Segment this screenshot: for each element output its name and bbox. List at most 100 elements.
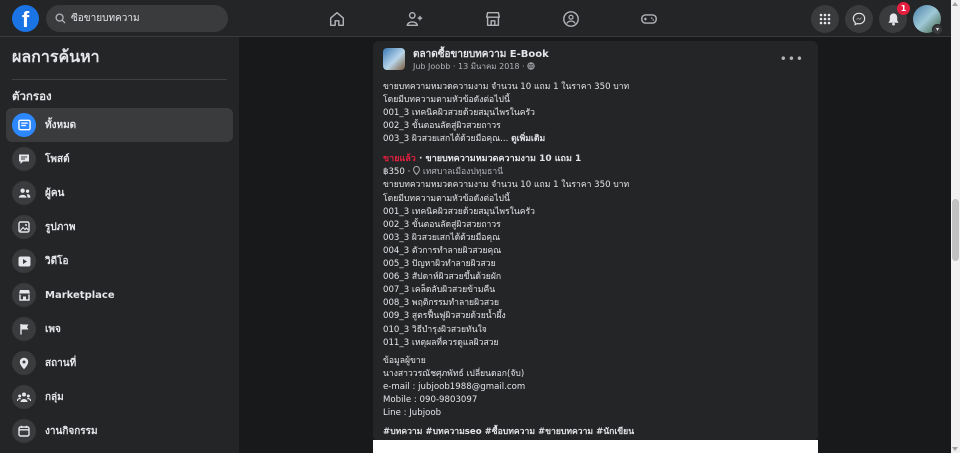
notifications-button[interactable]: 1	[879, 2, 910, 33]
seller-line-id: Line : Jubjoob	[383, 408, 442, 419]
hashtags[interactable]: #บทความ #บทความseo #ซื้อบทความ #ขายบทควา…	[383, 426, 808, 439]
facebook-logo[interactable]: f	[12, 5, 39, 32]
groups-icon	[12, 385, 36, 409]
tab-home[interactable]	[298, 0, 376, 37]
page-avatar[interactable]	[383, 48, 405, 70]
post-text-line: ขายบทความหมวดความงาม จำนวน 10 แถม 1 ในรา…	[383, 82, 630, 92]
post-text-line: ขายบทความหมวดความงาม จำนวน 10 แถม 1 ในรา…	[383, 180, 630, 191]
post-text-truncated: 003_3 ผิวสวยเสกได้ด้วยมือคุณ...	[383, 134, 512, 145]
post-text-line: 011_3 เหตุผลที่ควรดูแลผิวสวย	[383, 337, 499, 348]
filter-list: ทั้งหมด โพสต์ ผู้คน รูปภาพ วิดีโอ Market…	[6, 108, 233, 448]
messenger-icon	[852, 12, 866, 26]
post-text-line: 003_3 ผิวสวยเสกได้ด้วยมือคุณ	[383, 232, 501, 243]
filter-photos[interactable]: รูปภาพ	[6, 210, 233, 244]
post-image-preview[interactable]	[373, 440, 818, 453]
seller-info: ข้อมูลผู้ขาย นางสาววรณัชศุภพัทธ์ เปลี่ยน…	[383, 355, 808, 420]
notification-count-badge: 1	[897, 2, 910, 15]
seller-email: e-mail : jubjoob1988@gmail.com	[383, 381, 526, 392]
listing-location-text: เทศบาลเมืองปทุมธานี	[422, 167, 504, 178]
friends-icon	[406, 11, 423, 26]
filter-label: วิดีโอ	[45, 255, 69, 267]
search-icon	[55, 13, 66, 24]
post-text-line: 003_3 ผิวสวยเสกได้ด้วยมือคุณ... ดูเพิ่มเ…	[383, 133, 808, 146]
tab-gaming[interactable]	[610, 0, 688, 37]
filter-label: โพสต์	[45, 153, 70, 165]
search-result-post: ตลาดซื้อขายบทความ E-Book Jub Joobb · 13 …	[373, 41, 818, 441]
grid-menu-icon	[819, 13, 831, 25]
events-icon	[12, 419, 36, 443]
author-date-text[interactable]: Jub Joobb · 13 มีนาคม 2018 ·	[413, 62, 527, 71]
post-text-line: 001_3 เทคนิคผิวสวยด้วยสมุนไพรในครัว	[383, 206, 535, 217]
tab-marketplace[interactable]	[454, 0, 532, 37]
filter-all[interactable]: ทั้งหมด	[6, 108, 233, 142]
post-text-line: 009_3 สูตรฟื้นฟูผิวสวยด้วยน้ำผึ้ง	[383, 311, 506, 322]
sidebar-title: ผลการค้นหา	[12, 47, 100, 66]
post-text-line: โดยมีบทความตามหัวข้อดังต่อไปนี้	[383, 95, 510, 106]
filter-events[interactable]: งานกิจกรรม	[6, 414, 233, 448]
main-nav-tabs	[298, 0, 688, 37]
page-name-link[interactable]: ตลาดซื้อขายบทความ E-Book	[413, 48, 549, 61]
photo-icon	[12, 215, 36, 239]
post-body: ขายบทความหมวดความงาม จำนวน 10 แถม 1 ในรา…	[383, 81, 808, 439]
search-filters-sidebar: ผลการค้นหา ตัวกรอง ทั้งหมด โพสต์ ผู้คน ร…	[0, 37, 239, 453]
scroll-up-arrow-icon[interactable]	[952, 2, 958, 6]
filter-places[interactable]: สถานที่	[6, 346, 233, 380]
post-text-line: โดยมีบทความตามหัวข้อดังต่อไปนี้	[383, 193, 510, 204]
filter-groups[interactable]: กลุ่ม	[6, 380, 233, 414]
sidebar-divider	[12, 79, 227, 80]
filter-label: กลุ่ม	[45, 391, 64, 403]
filter-label: สถานที่	[45, 357, 77, 369]
post-text-line: 008_3 พฤติกรรมทำลายผิวสวย	[383, 298, 500, 309]
seller-mobile: Mobile : 090-9803097	[383, 394, 478, 405]
see-more-link[interactable]: ดูเพิ่มเติม	[511, 134, 545, 144]
tab-groups[interactable]	[532, 0, 610, 37]
listing-location: เทศบาลเมืองปทุมธานี	[413, 166, 504, 178]
filter-label: งานกิจกรรม	[45, 425, 98, 437]
menu-button[interactable]	[811, 5, 839, 33]
search-box[interactable]	[46, 5, 228, 32]
post-text-line: 001_3 เทคนิคผิวสวยด้วยสมุนไพรในครัว	[383, 108, 535, 119]
listing-description: ขายบทความหมวดความงาม จำนวน 10 แถม 1 ในรา…	[383, 179, 808, 349]
account-controls: 1 ▾	[811, 2, 943, 35]
video-icon	[12, 249, 36, 273]
page-flag-icon	[12, 317, 36, 341]
post-header: ตลาดซื้อขายบทความ E-Book Jub Joobb · 13 …	[383, 48, 549, 73]
filter-label: Marketplace	[45, 289, 115, 301]
place-pin-icon	[12, 351, 36, 375]
filter-label: เพจ	[45, 323, 61, 335]
post-text-line: 002_3 ขั้นตอนลัดสู่ผิวสวยถาวร	[383, 219, 501, 230]
more-options-button[interactable]: •••	[780, 52, 804, 66]
listing-price: ฿350 ·	[383, 167, 414, 178]
page-scrollbar[interactable]	[951, 0, 960, 453]
post-text-line: 005_3 ปัญหาผิวทำลายผิวสวย	[383, 259, 496, 270]
filter-label: ผู้คน	[45, 187, 65, 199]
filter-pages[interactable]: เพจ	[6, 312, 233, 346]
filter-videos[interactable]: วิดีโอ	[6, 244, 233, 278]
post-text-line: 004_3 ตัวการทำลายผิวสวยคุณ	[383, 245, 502, 256]
profile-avatar[interactable]: ▾	[913, 5, 943, 35]
groups-icon	[563, 10, 579, 27]
filters-heading: ตัวกรอง	[12, 89, 52, 103]
bell-icon	[887, 13, 899, 26]
marketplace-icon	[12, 283, 36, 307]
messenger-button[interactable]	[845, 5, 873, 33]
listing-title-text: · ขายบทความหมวดความงาม 10 แถม 1	[415, 154, 582, 165]
tab-friends[interactable]	[376, 0, 454, 37]
search-results-icon	[12, 113, 36, 137]
filter-posts[interactable]: โพสต์	[6, 142, 233, 176]
home-icon	[329, 11, 345, 26]
listing-title[interactable]: ขายแล้ว · ขายบทความหมวดความงาม 10 แถม 1	[383, 153, 808, 166]
scroll-down-arrow-icon[interactable]	[952, 447, 958, 451]
post-text-line: 002_3 ขั้นตอนลัดสู่ผิวสวยถาวร	[383, 121, 501, 132]
scroll-thumb[interactable]	[952, 199, 959, 261]
post-icon	[12, 147, 36, 171]
filter-label: ทั้งหมด	[45, 119, 77, 131]
filter-people[interactable]: ผู้คน	[6, 176, 233, 210]
filter-marketplace[interactable]: Marketplace	[6, 278, 233, 312]
top-navigation-bar: f 1 ▾	[0, 0, 951, 37]
search-input[interactable]	[71, 13, 221, 24]
listing-price-location: ฿350 · เทศบาลเมืองปทุมธานี	[383, 166, 808, 179]
marketplace-icon	[485, 11, 501, 26]
people-icon	[12, 181, 36, 205]
post-meta: ตลาดซื้อขายบทความ E-Book Jub Joobb · 13 …	[413, 48, 549, 73]
